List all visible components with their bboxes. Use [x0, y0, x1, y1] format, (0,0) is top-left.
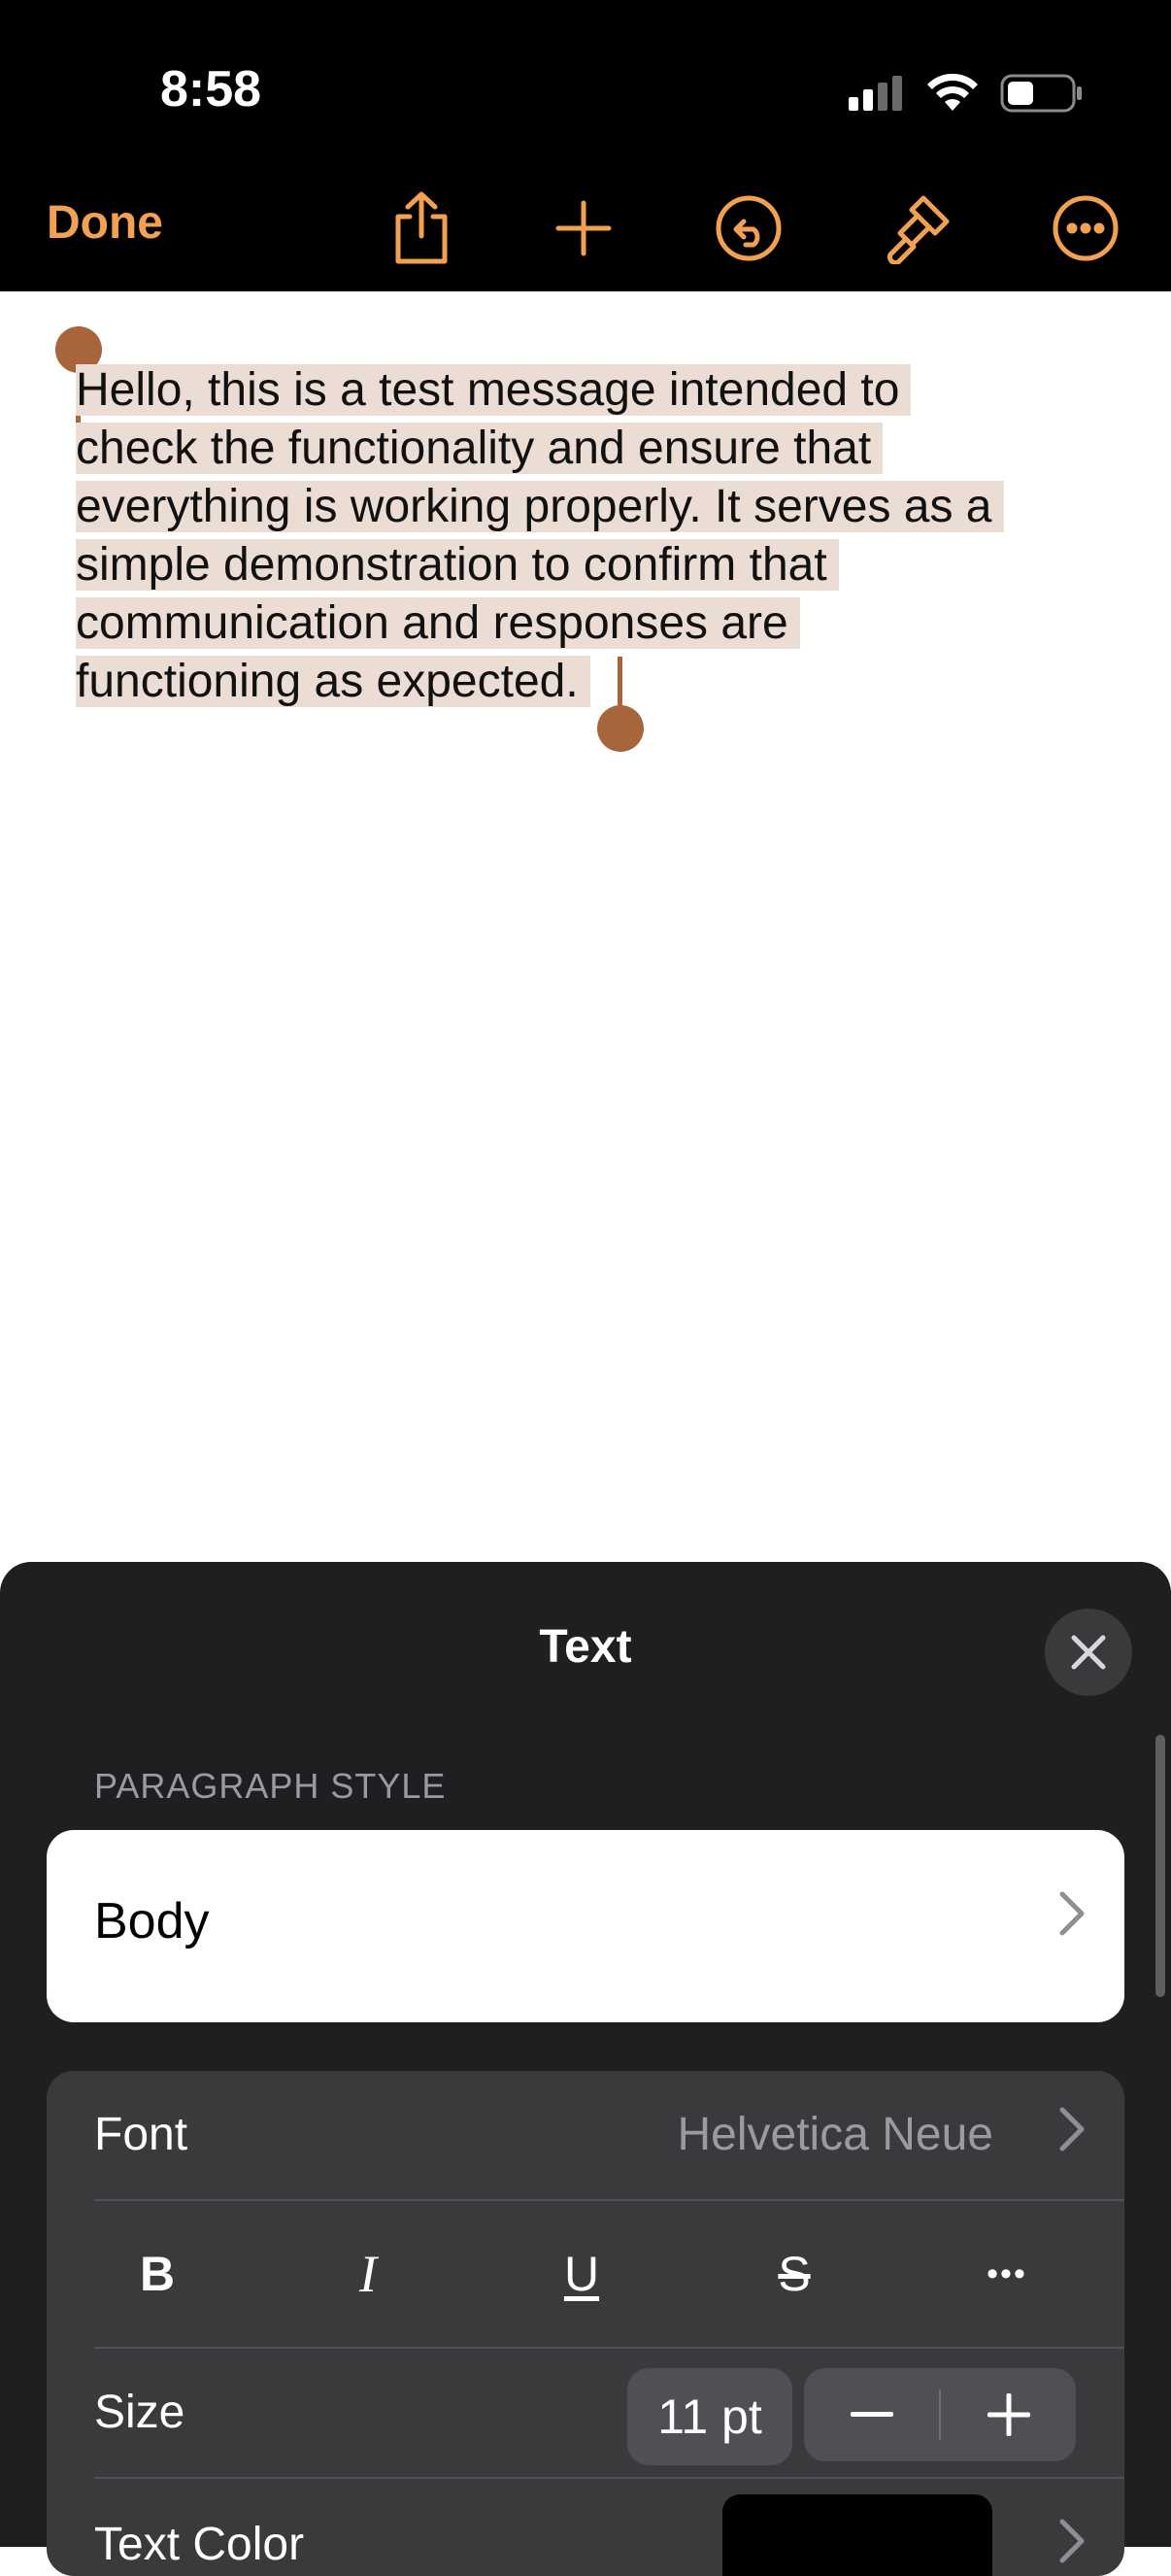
document-text[interactable]: Hello, this is a test message intended t…: [76, 361, 1095, 711]
more-styles-button[interactable]: •••: [958, 2240, 1055, 2308]
add-icon[interactable]: [545, 189, 622, 267]
top-bar: 8:58 Done: [0, 0, 1171, 291]
font-label: Font: [94, 2109, 188, 2160]
plus-icon: [987, 2393, 1030, 2436]
increase-size-button[interactable]: [941, 2368, 1076, 2461]
undo-icon[interactable]: [710, 189, 787, 267]
font-row[interactable]: Font Helvetica Neue: [47, 2071, 1124, 2199]
close-button[interactable]: [1045, 1609, 1132, 1696]
text-line: everything is working properly. It serve…: [76, 481, 1004, 532]
text-style-row: B I U S •••: [47, 2201, 1124, 2347]
paragraph-style-header: PARAGRAPH STYLE: [94, 1766, 447, 1806]
close-icon: [1071, 1635, 1106, 1670]
text-line: functioning as expected.: [76, 656, 590, 707]
format-brush-icon[interactable]: [879, 189, 956, 267]
text-color-row[interactable]: Text Color: [47, 2479, 1124, 2576]
size-row: Size 11 pt: [47, 2349, 1124, 2477]
decrease-size-button[interactable]: [804, 2368, 939, 2461]
size-label: Size: [94, 2387, 185, 2438]
done-button[interactable]: Done: [47, 196, 163, 250]
more-options-icon[interactable]: [1047, 189, 1124, 267]
text-line: check the functionality and ensure that: [76, 423, 884, 474]
wifi-icon: [927, 74, 978, 111]
text-color-swatch: [722, 2494, 992, 2576]
italic-button[interactable]: I: [319, 2240, 417, 2308]
size-value-field[interactable]: 11 pt: [627, 2368, 792, 2465]
bold-button[interactable]: B: [109, 2240, 206, 2308]
chevron-right-icon: [1059, 2519, 1085, 2563]
chevron-right-icon: [1059, 2107, 1085, 2152]
scroll-indicator[interactable]: [1155, 1735, 1165, 1997]
text-color-label: Text Color: [94, 2519, 305, 2570]
text-format-sheet: Text PARAGRAPH STYLE Body Font Helvetica…: [0, 1562, 1171, 2576]
text-line: Hello, this is a test message intended t…: [76, 364, 912, 416]
battery-icon: [1000, 74, 1082, 113]
paragraph-style-value: Body: [94, 1893, 210, 1949]
text-options-group: Font Helvetica Neue B I U S ••• Size 11 …: [47, 2071, 1124, 2576]
status-icons: [849, 70, 1084, 117]
paragraph-style-row[interactable]: Body: [47, 1830, 1124, 2022]
cellular-signal-icon: [849, 76, 902, 111]
text-line: simple demonstration to confirm that: [76, 539, 839, 591]
selection-end-handle[interactable]: [597, 705, 644, 752]
underline-button[interactable]: U: [533, 2240, 630, 2308]
size-stepper: [804, 2368, 1076, 2461]
status-time: 8:58: [160, 61, 262, 118]
sheet-title: Text: [539, 1621, 632, 1673]
text-line: communication and responses are: [76, 597, 800, 649]
share-icon[interactable]: [383, 189, 460, 267]
minus-icon: [850, 2412, 893, 2417]
chevron-right-icon: [1059, 1891, 1085, 1936]
strikethrough-button[interactable]: S: [746, 2240, 843, 2308]
font-value: Helvetica Neue: [677, 2109, 994, 2160]
